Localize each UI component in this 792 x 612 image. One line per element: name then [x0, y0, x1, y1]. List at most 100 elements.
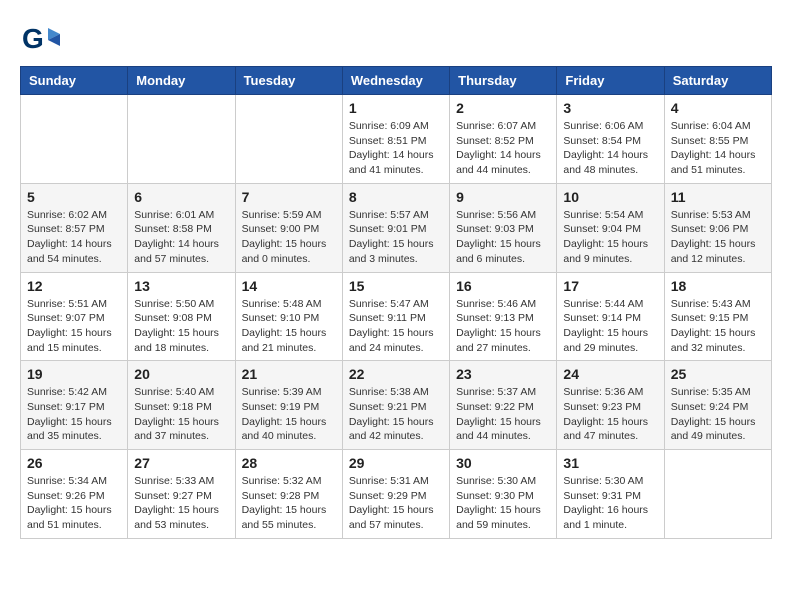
day-number: 17: [563, 278, 657, 294]
day-info: Sunrise: 5:48 AMSunset: 9:10 PMDaylight:…: [242, 297, 336, 356]
calendar-cell: 17 Sunrise: 5:44 AMSunset: 9:14 PMDayligh…: [557, 272, 664, 361]
calendar-cell: 18Sunrise: 5:43 AMSunset: 9:15 PMDayligh…: [664, 272, 771, 361]
day-info: Sunrise: 5:47 AMSunset: 9:11 PMDaylight:…: [349, 297, 443, 356]
day-info: Sunrise: 5:56 AMSunset: 9:03 PMDaylight:…: [456, 208, 550, 267]
calendar-cell: 22 Sunrise: 5:38 AMSunset: 9:21 PMDayligh…: [342, 361, 449, 450]
header-wednesday: Wednesday: [342, 67, 449, 95]
day-number: 18: [671, 278, 765, 294]
header-thursday: Thursday: [450, 67, 557, 95]
day-info: Sunrise: 5:30 AMSunset: 9:30 PMDaylight:…: [456, 474, 550, 533]
day-info: Sunrise: 5:32 AMSunset: 9:28 PMDaylight:…: [242, 474, 336, 533]
page-header: G: [20, 20, 772, 56]
calendar-cell: 11 Sunrise: 5:53 AMSunset: 9:06 PMDayligh…: [664, 183, 771, 272]
calendar-cell: 28 Sunrise: 5:32 AMSunset: 9:28 PMDayligh…: [235, 450, 342, 539]
calendar-cell: 8 Sunrise: 5:57 AMSunset: 9:01 PMDaylight…: [342, 183, 449, 272]
day-number: 22: [349, 366, 443, 382]
day-info: Sunrise: 5:59 AMSunset: 9:00 PMDaylight:…: [242, 208, 336, 267]
calendar-cell: [664, 450, 771, 539]
day-info: Sunrise: 5:54 AMSunset: 9:04 PMDaylight:…: [563, 208, 657, 267]
day-number: 12: [27, 278, 121, 294]
logo-icon: G: [20, 20, 56, 56]
day-info: Sunrise: 5:42 AMSunset: 9:17 PMDaylight:…: [27, 385, 121, 444]
day-info: Sunrise: 5:57 AMSunset: 9:01 PMDaylight:…: [349, 208, 443, 267]
calendar-cell: 14 Sunrise: 5:48 AMSunset: 9:10 PMDayligh…: [235, 272, 342, 361]
day-number: 8: [349, 189, 443, 205]
header-saturday: Saturday: [664, 67, 771, 95]
header-monday: Monday: [128, 67, 235, 95]
day-number: 19: [27, 366, 121, 382]
calendar-cell: 6 Sunrise: 6:01 AMSunset: 8:58 PMDaylight…: [128, 183, 235, 272]
day-number: 27: [134, 455, 228, 471]
day-info: Sunrise: 5:53 AMSunset: 9:06 PMDaylight:…: [671, 208, 765, 267]
day-number: 6: [134, 189, 228, 205]
day-number: 31: [563, 455, 657, 471]
day-number: 7: [242, 189, 336, 205]
calendar-cell: [235, 95, 342, 184]
calendar-table: SundayMondayTuesdayWednesdayThursdayFrid…: [20, 66, 772, 539]
calendar-cell: 20 Sunrise: 5:40 AMSunset: 9:18 PMDayligh…: [128, 361, 235, 450]
calendar-cell: 31 Sunrise: 5:30 AMSunset: 9:31 PMDayligh…: [557, 450, 664, 539]
day-number: 29: [349, 455, 443, 471]
day-info: Sunrise: 5:40 AMSunset: 9:18 PMDaylight:…: [134, 385, 228, 444]
day-number: 30: [456, 455, 550, 471]
day-info: Sunrise: 5:31 AMSunset: 9:29 PMDaylight:…: [349, 474, 443, 533]
day-info: Sunrise: 6:07 AMSunset: 8:52 PMDaylight:…: [456, 119, 550, 178]
week-row-3: 12 Sunrise: 5:51 AMSunset: 9:07 PMDayligh…: [21, 272, 772, 361]
calendar-cell: 16Sunrise: 5:46 AMSunset: 9:13 PMDayligh…: [450, 272, 557, 361]
day-info: Sunrise: 5:33 AMSunset: 9:27 PMDaylight:…: [134, 474, 228, 533]
calendar-cell: 21Sunrise: 5:39 AMSunset: 9:19 PMDayligh…: [235, 361, 342, 450]
day-info: Sunrise: 5:46 AMSunset: 9:13 PMDaylight:…: [456, 297, 550, 356]
day-number: 9: [456, 189, 550, 205]
day-number: 11: [671, 189, 765, 205]
day-info: Sunrise: 5:36 AMSunset: 9:23 PMDaylight:…: [563, 385, 657, 444]
week-row-5: 26 Sunrise: 5:34 AMSunset: 9:26 PMDayligh…: [21, 450, 772, 539]
header-tuesday: Tuesday: [235, 67, 342, 95]
day-number: 10: [563, 189, 657, 205]
day-info: Sunrise: 5:50 AMSunset: 9:08 PMDaylight:…: [134, 297, 228, 356]
day-info: Sunrise: 6:09 AMSunset: 8:51 PMDaylight:…: [349, 119, 443, 178]
day-info: Sunrise: 6:02 AMSunset: 8:57 PMDaylight:…: [27, 208, 121, 267]
logo: G: [20, 20, 60, 56]
calendar-cell: 10 Sunrise: 5:54 AMSunset: 9:04 PMDayligh…: [557, 183, 664, 272]
calendar-cell: 25 Sunrise: 5:35 AMSunset: 9:24 PMDayligh…: [664, 361, 771, 450]
calendar-cell: 2Sunrise: 6:07 AMSunset: 8:52 PMDaylight…: [450, 95, 557, 184]
calendar-cell: 3 Sunrise: 6:06 AMSunset: 8:54 PMDaylight…: [557, 95, 664, 184]
day-number: 28: [242, 455, 336, 471]
calendar-cell: 12 Sunrise: 5:51 AMSunset: 9:07 PMDayligh…: [21, 272, 128, 361]
day-number: 26: [27, 455, 121, 471]
calendar-cell: 5Sunrise: 6:02 AMSunset: 8:57 PMDaylight…: [21, 183, 128, 272]
calendar-cell: 26 Sunrise: 5:34 AMSunset: 9:26 PMDayligh…: [21, 450, 128, 539]
day-number: 25: [671, 366, 765, 382]
day-info: Sunrise: 5:35 AMSunset: 9:24 PMDaylight:…: [671, 385, 765, 444]
day-info: Sunrise: 6:04 AMSunset: 8:55 PMDaylight:…: [671, 119, 765, 178]
day-number: 3: [563, 100, 657, 116]
day-number: 15: [349, 278, 443, 294]
day-info: Sunrise: 6:06 AMSunset: 8:54 PMDaylight:…: [563, 119, 657, 178]
week-row-2: 5Sunrise: 6:02 AMSunset: 8:57 PMDaylight…: [21, 183, 772, 272]
calendar-cell: 27 Sunrise: 5:33 AMSunset: 9:27 PMDayligh…: [128, 450, 235, 539]
calendar-cell: 13 Sunrise: 5:50 AMSunset: 9:08 PMDayligh…: [128, 272, 235, 361]
day-number: 14: [242, 278, 336, 294]
day-info: Sunrise: 5:37 AMSunset: 9:22 PMDaylight:…: [456, 385, 550, 444]
calendar-cell: [128, 95, 235, 184]
calendar-cell: 9 Sunrise: 5:56 AMSunset: 9:03 PMDaylight…: [450, 183, 557, 272]
calendar-cell: 19 Sunrise: 5:42 AMSunset: 9:17 PMDayligh…: [21, 361, 128, 450]
day-info: Sunrise: 5:51 AMSunset: 9:07 PMDaylight:…: [27, 297, 121, 356]
day-info: Sunrise: 5:44 AMSunset: 9:14 PMDaylight:…: [563, 297, 657, 356]
day-number: 20: [134, 366, 228, 382]
day-number: 13: [134, 278, 228, 294]
calendar-cell: 23Sunrise: 5:37 AMSunset: 9:22 PMDayligh…: [450, 361, 557, 450]
week-row-4: 19 Sunrise: 5:42 AMSunset: 9:17 PMDayligh…: [21, 361, 772, 450]
calendar-cell: [21, 95, 128, 184]
day-number: 4: [671, 100, 765, 116]
day-info: Sunrise: 5:34 AMSunset: 9:26 PMDaylight:…: [27, 474, 121, 533]
calendar-cell: 15 Sunrise: 5:47 AMSunset: 9:11 PMDayligh…: [342, 272, 449, 361]
week-row-1: 1Sunrise: 6:09 AMSunset: 8:51 PMDaylight…: [21, 95, 772, 184]
day-info: Sunrise: 5:30 AMSunset: 9:31 PMDaylight:…: [563, 474, 657, 533]
calendar-cell: 7 Sunrise: 5:59 AMSunset: 9:00 PMDaylight…: [235, 183, 342, 272]
day-number: 24: [563, 366, 657, 382]
day-info: Sunrise: 5:38 AMSunset: 9:21 PMDaylight:…: [349, 385, 443, 444]
calendar-cell: 1Sunrise: 6:09 AMSunset: 8:51 PMDaylight…: [342, 95, 449, 184]
svg-text:G: G: [22, 23, 44, 54]
day-info: Sunrise: 6:01 AMSunset: 8:58 PMDaylight:…: [134, 208, 228, 267]
